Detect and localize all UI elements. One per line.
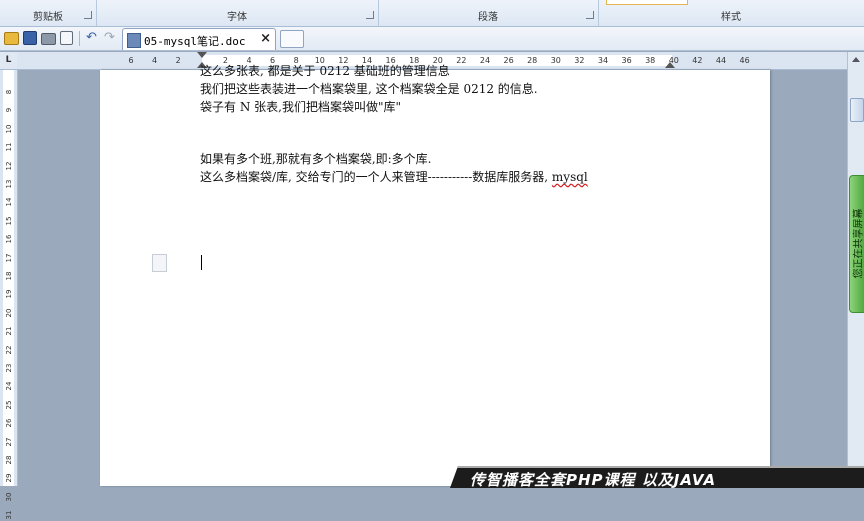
ruler-tick-label: 26 [5, 417, 13, 429]
document-line: 如果有多个班,那就有多个档案袋,即:多个库. [200, 150, 432, 167]
scroll-up-icon[interactable] [852, 57, 860, 62]
document-line: 这么多档案袋/库, 交给专门的一个人来管理-----------数据库服务器, … [200, 168, 588, 185]
ruler-tick-label: 2 [176, 56, 181, 65]
ruler-tick-label: 23 [5, 362, 13, 374]
scrollbar-thumb[interactable] [850, 98, 864, 122]
ruler-tick-label: 27 [5, 436, 13, 448]
ruler-tick-label: 15 [5, 215, 13, 227]
ribbon-group-bar: 剪贴板 字体 段落 样式 [0, 0, 864, 27]
document-line-partial: 这么多张表, 都是关于 0212 基础班的管理信息 [200, 62, 450, 79]
ruler-tick-label: 42 [692, 56, 702, 65]
ribbon-group-label: 剪贴板 [0, 8, 96, 23]
style-gallery-item[interactable] [606, 0, 688, 5]
ruler-tick-label: 20 [5, 307, 13, 319]
quick-access-toolbar: ↶ ↷ 05-mysql笔记.doc × [0, 27, 864, 51]
document-line: 袋子有 N 张表,我们把档案袋叫做"库" [200, 98, 401, 115]
ruler-tick-label: 22 [5, 344, 13, 356]
ruler-tick-label: 38 [645, 56, 655, 65]
ruler-tick-label: 29 [5, 472, 13, 484]
ruler-tick-label: 30 [5, 491, 13, 503]
ribbon-group-label: 字体 [96, 8, 378, 23]
toolbar-separator [79, 31, 80, 46]
vertical-ruler[interactable]: 8 9 10 11 12 13 14 15 16 17 18 19 20 21 22 23 24 25 26 27 28… [0, 70, 18, 486]
group-launcher-icon[interactable] [366, 11, 374, 19]
ruler-tick-label: 6 [128, 56, 133, 65]
close-tab-icon[interactable]: × [260, 31, 271, 46]
ruler-tick-label: 14 [5, 196, 13, 208]
document-line-text: 这么多档案袋/库, 交给专门的一个人来管理-----------数据库服务器, [200, 170, 552, 184]
ruler-tick-label: 36 [622, 56, 632, 65]
ruler-tick-label: 10 [5, 123, 13, 135]
screen-share-tab[interactable]: 您正在共享屏幕 [849, 175, 864, 313]
ruler-tick-label: 21 [5, 325, 13, 337]
right-indent-marker[interactable] [665, 62, 675, 68]
ruler-tick-label: 28 [5, 454, 13, 466]
ruler-tick-label: 16 [5, 233, 13, 245]
ribbon-group-clipboard: 剪贴板 [0, 0, 97, 26]
group-launcher-icon[interactable] [84, 11, 92, 19]
document-tab-title: 05-mysql笔记.doc [144, 33, 245, 49]
ruler-tick-label: 18 [5, 270, 13, 282]
ruler-tick-label: 13 [5, 178, 13, 190]
ruler-tick-label: 24 [5, 380, 13, 392]
new-tab-button[interactable] [280, 30, 304, 48]
ruler-tick-label: 12 [5, 160, 13, 172]
group-launcher-icon[interactable] [586, 11, 594, 19]
ribbon-group-paragraph: 段落 [378, 0, 599, 26]
ruler-tick-label: 19 [5, 288, 13, 300]
screen-share-label: 您正在共享屏幕 [850, 179, 864, 309]
ruler-tick-label: 17 [5, 252, 13, 264]
ruler-tick-label: 30 [551, 56, 561, 65]
ruler-tick-label: 22 [456, 56, 466, 65]
tab-selector[interactable]: L [0, 52, 18, 70]
ruler-tick-label: 11 [5, 141, 13, 153]
print-preview-icon[interactable] [60, 31, 73, 45]
ribbon-group-label: 段落 [378, 8, 598, 23]
ruler-tick-label: 46 [740, 56, 750, 65]
ruler-tick-label: 32 [574, 56, 584, 65]
open-folder-icon[interactable] [4, 32, 19, 45]
ruler-tick-label: 34 [598, 56, 608, 65]
ribbon-group-label: 样式 [598, 8, 864, 23]
ruler-tick-label: 28 [527, 56, 537, 65]
ruler-tick-label: 26 [504, 56, 514, 65]
ribbon-group-font: 字体 [96, 0, 379, 26]
print-icon[interactable] [41, 33, 56, 45]
ruler-tick-label: 9 [5, 104, 13, 116]
ruler-tick-label: 31 [5, 509, 13, 521]
ruler-tick-label: 25 [5, 399, 13, 411]
video-banner-text: 传智播客全套PHP课程 以及JAVA [470, 469, 716, 490]
text-cursor [201, 255, 202, 270]
doc-file-icon [127, 33, 141, 48]
save-icon[interactable] [23, 31, 37, 45]
ruler-tick-label: 44 [716, 56, 726, 65]
document-line: 我们把这些表装进一个档案袋里, 这个档案袋全是 0212 的信息. [200, 80, 538, 97]
redo-icon[interactable]: ↷ [104, 30, 120, 46]
ruler-tick-label: 24 [480, 56, 490, 65]
document-page[interactable]: 这么多张表, 都是关于 0212 基础班的管理信息 我们把这些表装进一个档案袋里… [100, 70, 770, 486]
first-line-indent-marker[interactable] [197, 52, 207, 58]
spelling-error-word[interactable]: mysql [552, 170, 588, 184]
paste-options-icon[interactable] [152, 254, 167, 272]
undo-icon[interactable]: ↶ [86, 30, 102, 46]
document-tab[interactable]: 05-mysql笔记.doc × [122, 28, 276, 50]
ruler-tick-label: 4 [152, 56, 157, 65]
ruler-tick-label: 8 [5, 86, 13, 98]
